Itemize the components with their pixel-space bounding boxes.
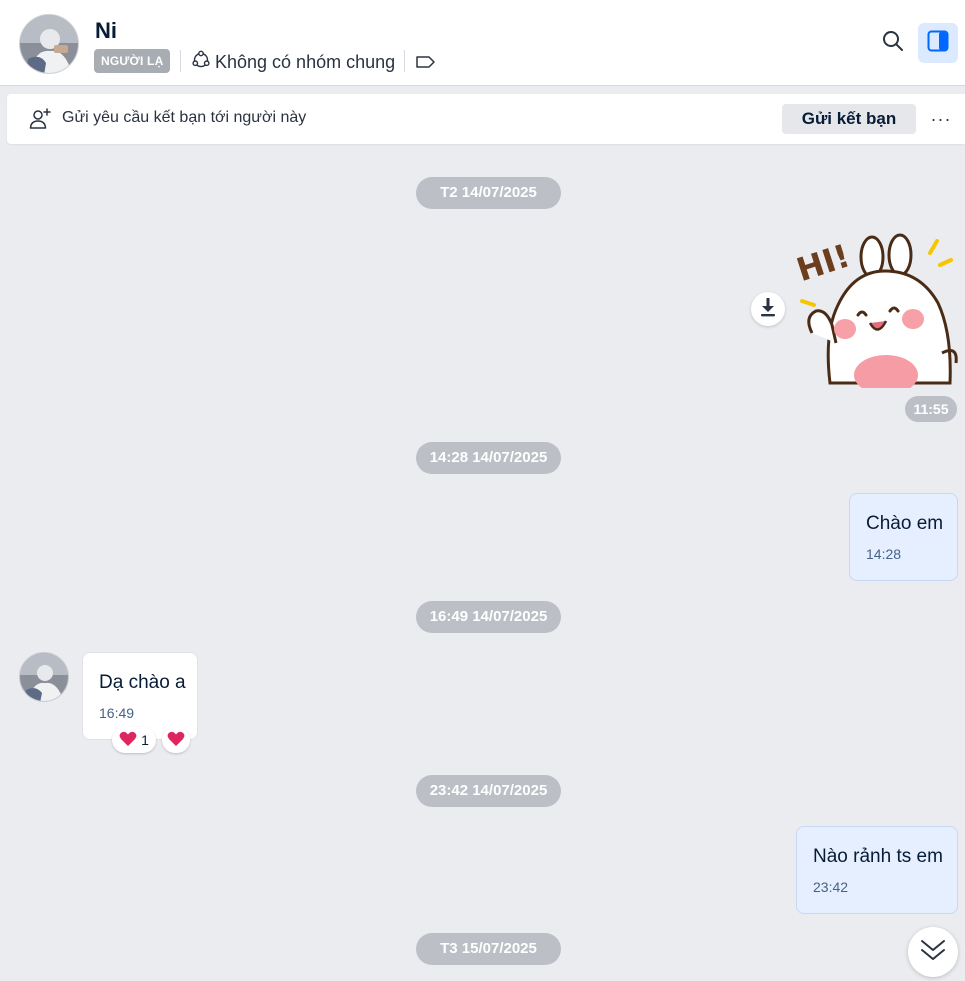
hi-bunny-sticker[interactable]: HI! [790, 233, 960, 395]
sticker-timestamp: 11:55 [905, 396, 957, 422]
download-icon [759, 297, 777, 322]
double-chevron-down-icon [919, 937, 947, 968]
sticker-hi-text: HI! [792, 236, 854, 289]
scroll-to-bottom-button[interactable] [908, 927, 958, 977]
more-options-button[interactable]: ··· [927, 106, 955, 132]
add-reaction-button[interactable] [162, 727, 190, 753]
heart-icon [119, 731, 137, 750]
date-separator: 16:49 14/07/2025 [416, 601, 561, 633]
message-time: 16:49 [99, 705, 135, 721]
message-bubble-mine[interactable]: Chào em 14:28 [849, 493, 958, 581]
header-divider [404, 50, 405, 72]
date-separator: 23:42 14/07/2025 [416, 775, 561, 807]
mutual-groups[interactable]: Không có nhóm chung [191, 49, 395, 75]
add-user-icon [28, 107, 52, 131]
friend-request-bar: Gửi yêu cầu kết bạn tới người này Gửi kế… [7, 94, 965, 144]
date-separator: 14:28 14/07/2025 [416, 442, 561, 474]
download-button[interactable] [751, 292, 785, 326]
search-button[interactable] [876, 26, 910, 60]
chat-area[interactable]: T2 14/07/2025 HI! 11:55 14:28 14/07/2025… [0, 145, 965, 981]
contact-avatar[interactable] [19, 14, 79, 74]
reaction-summary[interactable]: 1 [112, 727, 156, 753]
date-separator: T2 14/07/2025 [416, 177, 561, 209]
side-panel-icon [927, 30, 949, 57]
reaction-count: 1 [141, 732, 149, 748]
friend-request-text: Gửi yêu cầu kết bạn tới người này [62, 109, 307, 126]
mutual-groups-label: Không có nhóm chung [215, 51, 396, 72]
contact-name[interactable]: Ni [95, 18, 117, 44]
date-separator: T3 15/07/2025 [416, 933, 561, 965]
message-text: Dạ chào a [99, 672, 186, 693]
toggle-side-panel-button[interactable] [918, 23, 958, 63]
message-bubble-mine[interactable]: Nào rảnh ts em 23:42 [796, 826, 958, 914]
stranger-badge: NGƯỜI LẠ [94, 49, 171, 73]
tag-icon[interactable] [414, 51, 438, 73]
header-divider [180, 50, 181, 72]
message-text: Chào em [866, 513, 944, 534]
search-icon [881, 29, 905, 58]
chat-header: Ni NGƯỜI LẠ Không có nhóm chung [0, 0, 965, 86]
group-icon [191, 50, 211, 75]
heart-icon [167, 731, 185, 750]
message-text: Nào rảnh ts em [813, 846, 943, 867]
send-friend-request-button[interactable]: Gửi kết bạn [782, 104, 916, 134]
message-time: 14:28 [866, 546, 902, 562]
message-time: 23:42 [813, 879, 849, 895]
sender-avatar[interactable] [19, 652, 69, 702]
